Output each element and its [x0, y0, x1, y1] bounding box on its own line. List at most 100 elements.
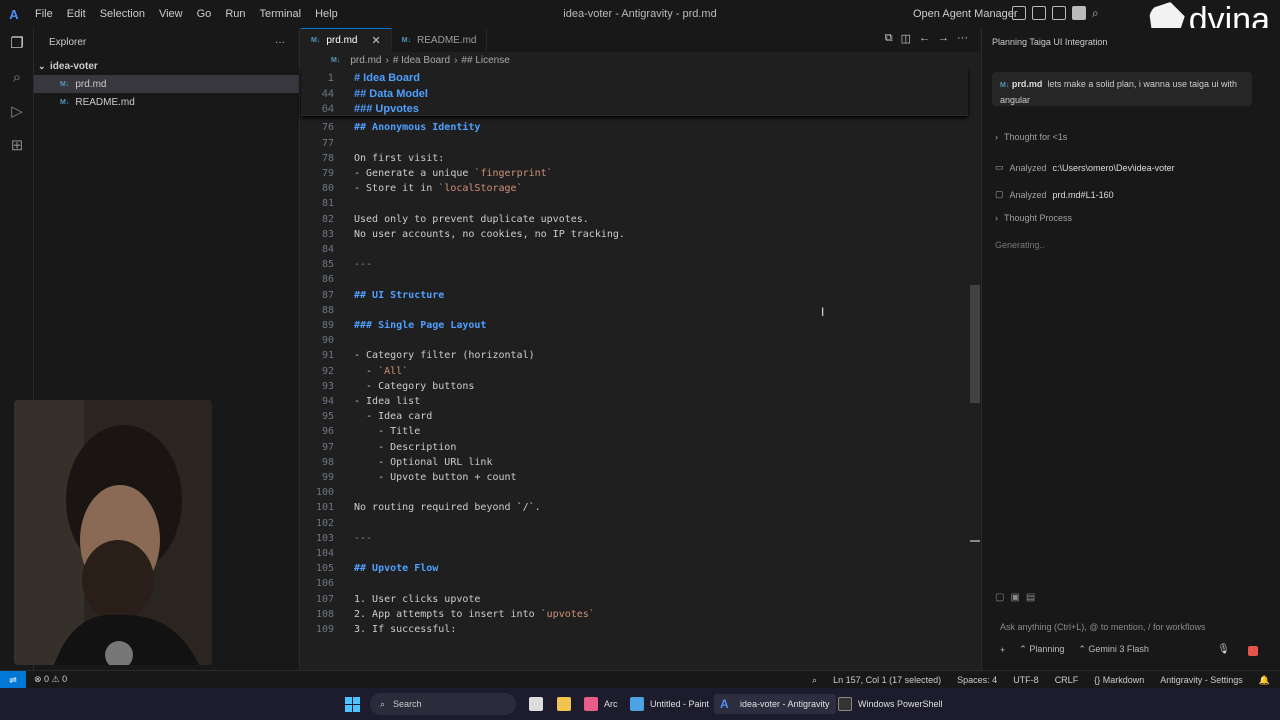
- layout-icon[interactable]: [1012, 6, 1026, 20]
- close-icon[interactable]: ✕: [371, 34, 380, 47]
- more-actions-icon[interactable]: ···: [957, 32, 968, 45]
- inline-code: `fingerprint`: [474, 168, 553, 179]
- editor-scrollbar[interactable]: [970, 285, 980, 403]
- line-number: 78: [321, 152, 334, 164]
- file-item[interactable]: M↓ README.md: [34, 93, 299, 111]
- taskview-icon[interactable]: [523, 694, 549, 714]
- editor-tabs: M↓ prd.md ✕ M↓ README.md ⧉ ◫ ← → ···: [301, 28, 980, 52]
- breadcrumb-section[interactable]: ## License: [461, 55, 509, 66]
- line-number: 109: [315, 624, 334, 635]
- windows-start-icon[interactable]: [345, 697, 360, 712]
- file-icon[interactable]: ▢: [995, 592, 1004, 603]
- zoom-icon[interactable]: ⌕: [812, 675, 817, 686]
- taskbar-paint[interactable]: Untitled - Paint: [624, 694, 715, 714]
- taskbar-search[interactable]: ⌕ Search: [370, 693, 516, 715]
- more-actions-icon[interactable]: ···: [275, 37, 285, 48]
- stop-button[interactable]: [1248, 646, 1258, 656]
- tab-readme-md[interactable]: M↓ README.md: [391, 28, 488, 52]
- breadcrumb-file[interactable]: prd.md: [350, 55, 381, 66]
- menu-item-run[interactable]: Run: [218, 0, 252, 28]
- browser-icon[interactable]: ▤: [1026, 592, 1035, 603]
- toggle-panel-icon[interactable]: [1052, 6, 1066, 20]
- open-preview-icon[interactable]: ⧉: [885, 32, 893, 45]
- code-line: - Optional URL link: [354, 456, 493, 468]
- menu-item-view[interactable]: View: [152, 0, 190, 28]
- taskbar-item-label: Windows PowerShell: [858, 699, 943, 709]
- tab-prd-md[interactable]: M↓ prd.md ✕: [301, 28, 392, 52]
- run-debug-icon[interactable]: ▷: [8, 103, 26, 121]
- text-cursor-icon: I: [821, 305, 825, 319]
- step-detail[interactable]: c:\Users\omero\Dev\idea-voter: [1053, 163, 1175, 173]
- markdown-icon: M↓: [331, 56, 341, 64]
- cursor-position[interactable]: Ln 157, Col 1 (17 selected): [833, 675, 941, 685]
- markdown-icon: M↓: [60, 98, 70, 106]
- agent-step[interactable]: ▭ Analyzed c:\Users\omero\Dev\idea-voter: [995, 162, 1175, 173]
- agent-step[interactable]: › Thought for <1s: [995, 132, 1067, 142]
- agent-input-placeholder[interactable]: Ask anything (Ctrl+L), @ to mention, / f…: [1000, 622, 1205, 632]
- language-mode[interactable]: {} Markdown: [1094, 675, 1144, 685]
- line-number: 98: [321, 456, 334, 468]
- menu-item-help[interactable]: Help: [308, 0, 345, 28]
- agent-step[interactable]: › Thought Process: [995, 213, 1072, 223]
- search-icon[interactable]: ⌕: [1092, 6, 1106, 20]
- extensions-icon[interactable]: ⊞: [8, 137, 26, 155]
- toggle-secondary-sidebar-icon[interactable]: [1072, 6, 1086, 20]
- sticky-heading[interactable]: # Idea Board: [354, 72, 420, 84]
- line-number: 93: [321, 380, 334, 392]
- model-selector[interactable]: ⌃ Gemini 3 Flash: [1078, 644, 1149, 655]
- split-editor-icon[interactable]: ◫: [901, 32, 911, 45]
- menu-item-terminal[interactable]: Terminal: [253, 0, 309, 28]
- line-number: 104: [315, 548, 334, 559]
- sticky-heading[interactable]: ### Upvotes: [354, 103, 419, 115]
- webcam-person-image: [14, 400, 212, 665]
- step-detail[interactable]: prd.md#L1-160: [1053, 190, 1114, 200]
- line-number: 97: [321, 441, 334, 453]
- line-number: 106: [315, 578, 334, 590]
- search-icon[interactable]: ⌕: [8, 69, 26, 87]
- sticky-heading[interactable]: ## Data Model: [354, 88, 428, 100]
- menu-item-edit[interactable]: Edit: [60, 0, 93, 28]
- code-line: ## Upvote Flow: [354, 563, 439, 575]
- microphone-icon[interactable]: 🎙: [1217, 644, 1230, 655]
- file-explorer-icon[interactable]: [551, 694, 577, 714]
- arrow-right-icon[interactable]: →: [938, 32, 949, 45]
- taskbar-antigravity[interactable]: Aidea-voter - Antigravity: [714, 694, 836, 714]
- menu-item-selection[interactable]: Selection: [93, 0, 152, 28]
- problems-indicator[interactable]: ⊗ 0 ⚠ 0: [34, 674, 67, 685]
- toggle-sidebar-icon[interactable]: [1032, 6, 1046, 20]
- folder-idea-voter[interactable]: ⌄ idea-voter: [34, 57, 299, 75]
- code-line: ### Single Page Layout: [354, 320, 487, 331]
- notifications-icon[interactable]: 🔔: [1259, 675, 1270, 686]
- line-ending[interactable]: CRLF: [1055, 675, 1079, 685]
- file-icon: ▢: [995, 189, 1004, 199]
- open-agent-manager-button[interactable]: Open Agent Manager: [913, 0, 1018, 28]
- encoding[interactable]: UTF-8: [1013, 675, 1039, 685]
- taskbar-powershell[interactable]: Windows PowerShell: [832, 694, 949, 714]
- search-icon: ⌕: [380, 698, 386, 709]
- mode-selector[interactable]: ⌃ Planning: [1019, 644, 1064, 655]
- taskbar-arc[interactable]: Arc: [578, 694, 624, 714]
- settings-link[interactable]: Antigravity - Settings: [1160, 675, 1243, 685]
- menu-item-file[interactable]: File: [28, 0, 60, 28]
- agent-step[interactable]: ▢ Analyzed prd.md#L1-160: [995, 189, 1114, 200]
- menu-item-go[interactable]: Go: [190, 0, 219, 28]
- breadcrumb-section[interactable]: # Idea Board: [393, 55, 450, 66]
- line-number: 101: [315, 502, 334, 514]
- arrow-left-icon[interactable]: ←: [919, 32, 930, 45]
- remote-icon[interactable]: ⇌: [0, 670, 26, 689]
- file-list: M↓ prd.md M↓ README.md: [34, 75, 299, 111]
- files-icon[interactable]: ❐: [8, 35, 26, 53]
- agent-input[interactable]: Ask anything (Ctrl+L), @ to mention, / f…: [992, 616, 1270, 664]
- add-context-icon[interactable]: +: [1000, 645, 1005, 655]
- message-file-mention[interactable]: prd.md: [1012, 79, 1043, 89]
- code-line: 3. If successful:: [354, 624, 457, 635]
- code-text: -: [354, 365, 379, 377]
- indentation[interactable]: Spaces: 4: [957, 675, 997, 685]
- line-number: 91: [321, 350, 334, 362]
- line-number: 85: [321, 259, 334, 271]
- taskbar-item-label: idea-voter - Antigravity: [740, 699, 830, 709]
- step-label: Analyzed: [1009, 162, 1047, 173]
- terminal-icon[interactable]: ▣: [1010, 592, 1019, 603]
- tab-label: prd.md: [326, 35, 358, 46]
- file-item[interactable]: M↓ prd.md: [34, 75, 299, 93]
